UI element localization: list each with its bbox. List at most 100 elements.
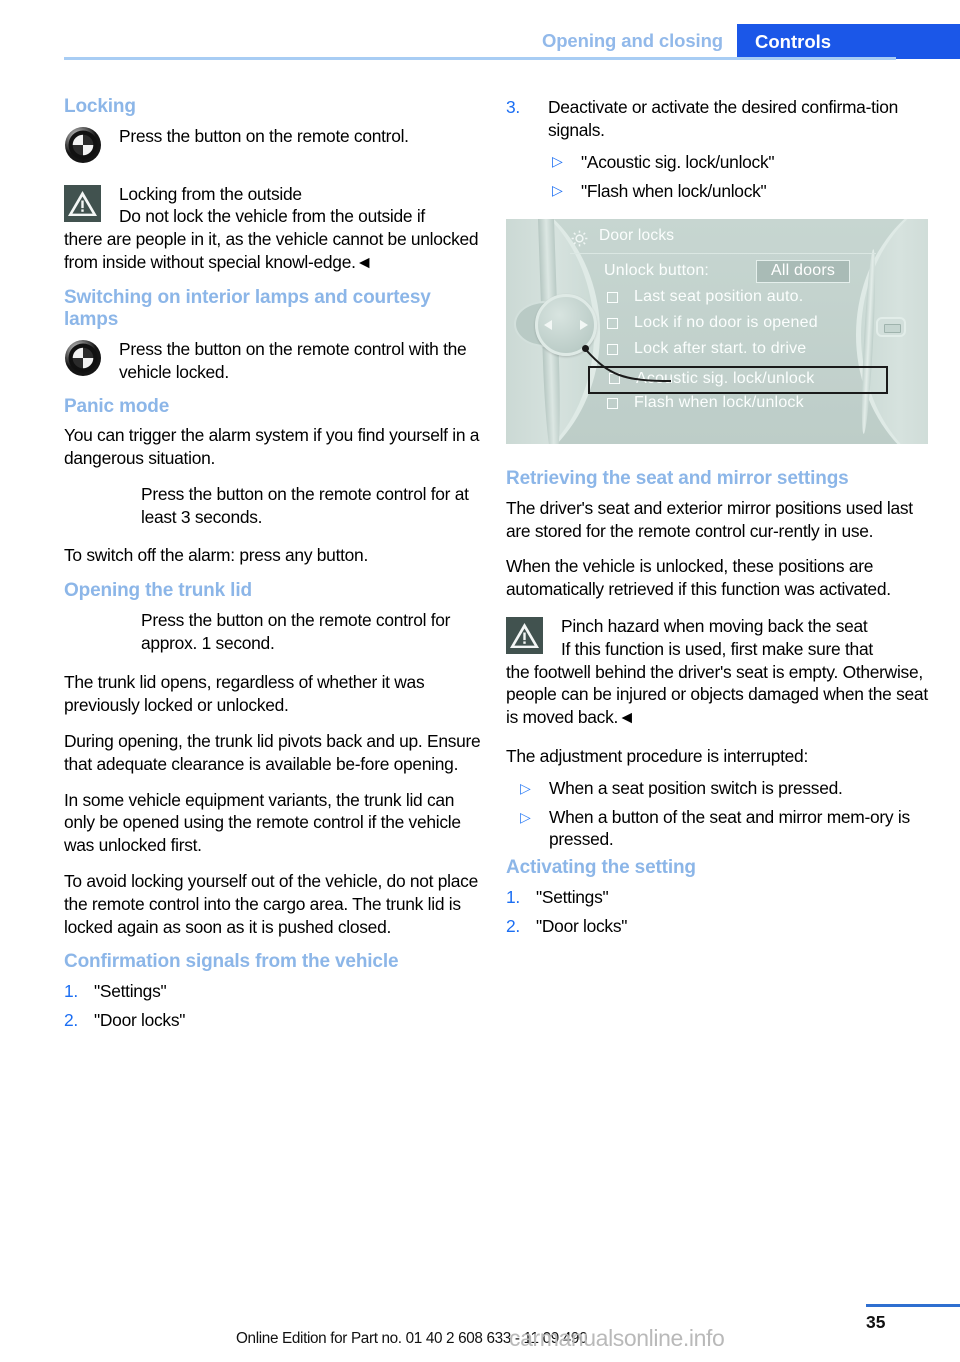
idrive-option-flash-when-lock-unlock[interactable]: Flash when lock/unlock <box>604 394 888 420</box>
list-item-label: "Settings" <box>94 980 167 1001</box>
list-item: ▷ "Flash when lock/unlock" <box>548 180 928 203</box>
page-header: Opening and closing Controls <box>0 0 960 62</box>
left-column: Locking Press the button on the remote c… <box>47 96 486 1038</box>
locking-warning-title: Locking from the outside <box>119 183 302 204</box>
panic-mode-switch-off: To switch off the alarm: press any butto… <box>64 545 369 566</box>
header-divider-rule <box>64 57 896 60</box>
list-item: 3. Deactivate or activate the desired co… <box>506 96 928 203</box>
idrive-option-lock-if-no-door-opened[interactable]: Lock if no door is opened <box>604 314 888 340</box>
list-item-label: Deactivate or activate the desired confi… <box>548 97 899 140</box>
pinch-hazard-warning-rest: the footwell behind the driver's seat is… <box>506 661 928 728</box>
heading-interior-lamps: Switching on interior lamps and courtesy… <box>64 286 431 331</box>
heading-panic-mode: Panic mode <box>64 395 170 417</box>
heading-confirmation-signals: Confirmation signals from the vehicle <box>64 951 399 973</box>
interior-lamps-instruction-text: Press the button on the remote control w… <box>119 339 467 382</box>
list-item-label: "Door locks" <box>536 915 628 936</box>
trunk-open-car-icon <box>47 601 104 648</box>
triangle-bullet-icon: ▷ <box>552 152 563 169</box>
idrive-unlock-label: Unlock button: <box>604 262 710 280</box>
heading-locking: Locking <box>64 96 136 117</box>
locking-outside-warning-block: Locking from the outside Do not lock the… <box>64 183 486 274</box>
list-item-label: When a seat position switch is pressed. <box>549 777 843 798</box>
list-item: ▷ When a seat position switch is pressed… <box>506 777 928 800</box>
trunk-lid-instruction-block: Press the button on the remote control f… <box>47 601 486 655</box>
activating-setting-steps: 1. "Settings" 2. "Door locks" <box>506 886 928 938</box>
trunk-lid-paragraph-1: The trunk lid opens, regardless of wheth… <box>64 672 425 716</box>
confirmation-signals-steps: 1. "Settings" 2. "Door locks" <box>64 980 486 1032</box>
heading-trunk-lid: Opening the trunk lid <box>64 580 252 602</box>
idrive-option-label: Last seat position auto. <box>634 288 804 306</box>
footer-divider-rule <box>866 1304 960 1307</box>
trunk-lid-instruction-text: Press the button on the remote control f… <box>141 609 451 653</box>
triangle-bullet-icon: ▷ <box>520 779 531 796</box>
list-item: 1. "Settings" <box>64 980 486 1003</box>
list-item-label: "Flash when lock/unlock" <box>581 181 767 202</box>
speaker-alarm-icon <box>50 473 104 522</box>
adjustment-interrupt-bullets: ▷ When a seat position switch is pressed… <box>506 777 928 851</box>
idrive-unlock-button-row[interactable]: Unlock button: All doors <box>604 260 888 288</box>
bmw-roundel-icon <box>64 126 104 164</box>
list-item: ▷ "Acoustic sig. lock/unlock" <box>548 151 928 174</box>
pinch-hazard-warning-title: Pinch hazard when moving back the seat <box>561 615 868 636</box>
locking-remote-instruction-block: Press the button on the remote control. <box>64 125 486 165</box>
list-marker: 3. <box>506 97 520 117</box>
heading-activating-setting: Activating the setting <box>506 857 696 879</box>
list-item-label: "Settings" <box>536 886 609 907</box>
list-item: 2. "Door locks" <box>506 915 928 938</box>
pinch-hazard-warning-block: Pinch hazard when moving back the seat I… <box>506 615 928 729</box>
step-3-bullets: ▷ "Acoustic sig. lock/unlock" ▷ "Flash w… <box>548 151 928 204</box>
list-item-label: "Acoustic sig. lock/unlock" <box>581 151 775 172</box>
triangle-bullet-icon: ▷ <box>520 808 531 825</box>
trunk-lid-paragraph-4: To avoid locking yourself out of the veh… <box>64 870 478 937</box>
seat-mirror-paragraph-1: The driver's seat and exterior mirror po… <box>506 497 913 541</box>
list-marker: 2. <box>64 1009 78 1030</box>
checkbox-icon[interactable] <box>609 373 620 385</box>
idrive-option-acoustic-sig-lock-unlock[interactable]: Acoustic sig. lock/unlock <box>588 366 888 395</box>
panic-mode-instruction-block: Press the button on the remote control f… <box>50 473 486 529</box>
list-marker: 1. <box>506 886 520 907</box>
list-item: 1. "Settings" <box>506 886 928 909</box>
idrive-option-label: Acoustic sig. lock/unlock <box>636 370 815 388</box>
idrive-option-label: Lock after start. to drive <box>634 340 807 358</box>
list-item-label: "Door locks" <box>94 1009 186 1030</box>
list-marker: 1. <box>64 980 78 1001</box>
idrive-option-lock-after-start[interactable]: Lock after start. to drive <box>604 340 888 366</box>
idrive-title-divider <box>570 253 876 255</box>
pinch-hazard-warning-first-line: If this function is used, first make sur… <box>561 638 873 659</box>
bmw-roundel-icon <box>64 339 104 377</box>
warning-triangle-icon <box>506 616 543 654</box>
trunk-lid-paragraph-3: In some vehicle equipment variants, the … <box>64 789 461 856</box>
header-section-tab-label: Controls <box>755 31 832 52</box>
idrive-option-last-seat-position[interactable]: Last seat position auto. <box>604 288 888 314</box>
idrive-unlock-value[interactable]: All doors <box>756 260 851 284</box>
list-marker: 2. <box>506 915 520 936</box>
idrive-door-locks-figure: Door locks Unlock button: All doors Last… <box>506 219 928 445</box>
heading-retrieving-seat-mirror: Retrieving the seat and mirror settings <box>506 468 849 490</box>
idrive-option-rows: Unlock button: All doors Last seat posit… <box>588 260 888 420</box>
checkbox-icon[interactable] <box>607 292 618 304</box>
seat-mirror-paragraph-2: When the vehicle is unlocked, these posi… <box>506 556 891 600</box>
confirmation-step-3: 3. Deactivate or activate the desired co… <box>506 96 928 203</box>
footer-watermark: carmanualsonline.info <box>509 1325 725 1351</box>
idrive-title-bar: Door locks <box>570 227 870 255</box>
idrive-option-label: Flash when lock/unlock <box>634 394 804 412</box>
checkbox-icon[interactable] <box>607 344 618 356</box>
list-item-label: When a button of the seat and mirror mem… <box>549 806 910 850</box>
header-section-tab: Controls <box>737 24 960 59</box>
warning-triangle-icon <box>64 184 101 222</box>
interior-lamps-instruction-block: Press the button on the remote control w… <box>64 338 486 384</box>
chevron-right-icon <box>580 320 588 331</box>
gear-icon <box>570 229 589 248</box>
checkbox-icon[interactable] <box>607 398 618 410</box>
list-item: ▷ When a button of the seat and mirror m… <box>506 806 928 852</box>
right-column: 3. Deactivate or activate the desired co… <box>506 96 928 943</box>
triangle-bullet-icon: ▷ <box>552 182 563 199</box>
checkbox-icon[interactable] <box>607 318 618 330</box>
page-number: 35 <box>866 1312 886 1332</box>
locking-warning-first-line: Do not lock the vehicle from the outside… <box>119 206 425 227</box>
header-chapter-title: Opening and closing <box>541 30 723 51</box>
locking-remote-instruction-text: Press the button on the remote control. <box>119 125 409 146</box>
list-item: 2. "Door locks" <box>64 1009 486 1032</box>
adjustment-interrupt-intro: The adjustment procedure is interrupted: <box>506 745 809 766</box>
idrive-screen-title: Door locks <box>599 227 675 245</box>
